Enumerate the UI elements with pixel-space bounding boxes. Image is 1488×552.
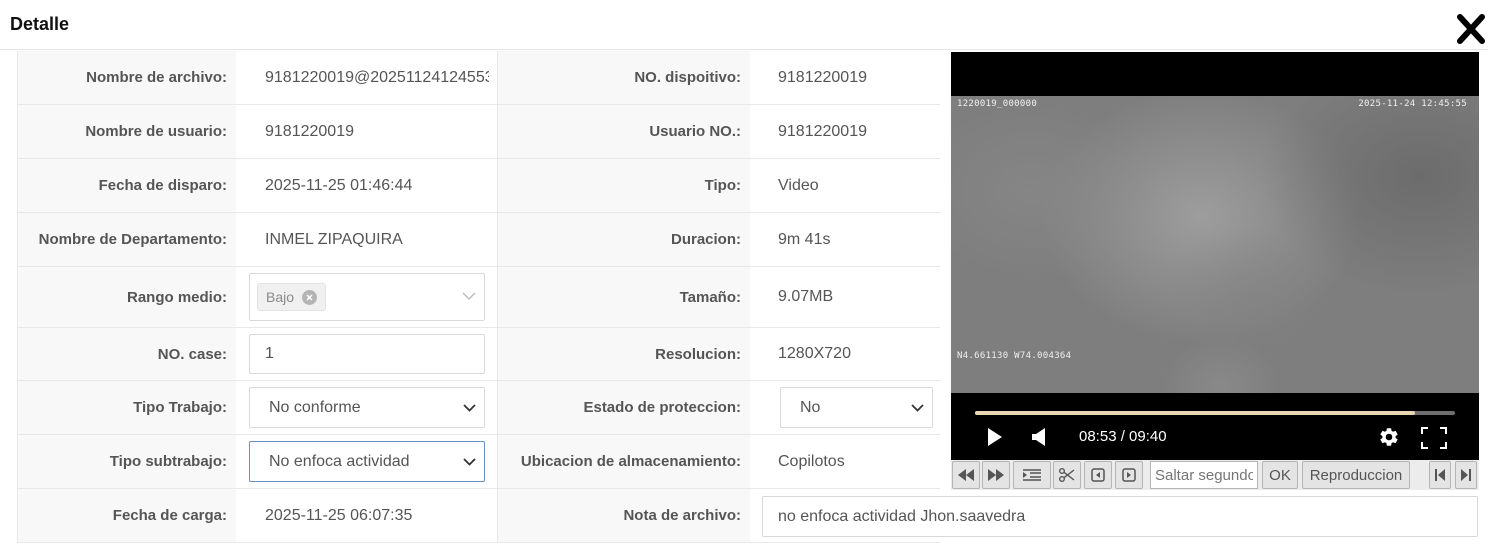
protection-label: Estado de proteccion: [498,381,750,434]
file-note-input[interactable]: no enfoca actividad Jhon.saavedra [762,496,1478,537]
chevron-down-icon [911,399,924,417]
video-frame[interactable]: 1220019_000000 2025-11-24 12:45:55 N4.66… [951,96,1479,393]
video-toolbar: OK Reproduccion [951,460,1479,490]
device-no-label: NO. dispoitivo: [498,51,750,104]
chevron-down-icon [462,288,476,306]
size-value: 9.07MB [778,288,834,305]
osd-device-id: 1220019_000000 [957,99,1038,109]
next-frame-icon[interactable] [1115,461,1143,489]
user-name-label: Nombre de usuario: [18,105,236,158]
case-no-label: NO. case: [18,328,236,380]
media-range-tag-label: Bajo [266,289,295,305]
subwork-type-select[interactable]: No enfoca actividad [249,441,485,482]
upload-date-label: Fecha de carga: [18,489,236,542]
video-progress-fill [975,411,1416,415]
resolution-label: Resolucion: [498,328,750,380]
form-row-trigger-date: Fecha de disparo: 2025-11-25 01:46:44 Ti… [18,159,940,213]
storage-value: Copilotos [778,452,845,470]
osd-gps: N4.661130 W74.004364 [957,351,1072,361]
form-row-media-range: Rango medio: Bajo Tamaño: 9.07MB [18,267,940,328]
form-row-work-type: Tipo Trabajo: No conforme Estado de prot… [18,381,940,435]
trigger-date-label: Fecha de disparo: [18,159,236,212]
duration-value: 9m 41s [778,230,831,248]
resolution-value: 1280X720 [778,345,851,362]
video-player[interactable]: 1220019_000000 2025-11-24 12:45:55 N4.66… [951,52,1479,460]
upload-date-value: 2025-11-25 06:07:35 [265,506,413,524]
department-label: Nombre de Departamento: [18,213,236,266]
detail-form: Nombre de archivo: 9181220019@2025112412… [17,51,940,543]
form-row-subwork-type: Tipo subtrabajo: No enfoca actividad Ubi… [18,435,940,489]
media-range-select[interactable]: Bajo [249,273,485,321]
list-indent-icon[interactable] [1013,461,1051,489]
seek-seconds-input[interactable] [1150,461,1258,489]
video-progress-bar[interactable] [975,411,1455,415]
settings-gear-icon[interactable] [1378,426,1400,453]
duration-label: Duracion: [498,213,750,266]
scissors-icon[interactable] [1053,461,1081,489]
trigger-date-value: 2025-11-25 01:46:44 [265,176,413,194]
fast-forward-icon[interactable] [982,461,1010,489]
file-name-value: 9181220019@20251124124553 [265,68,489,86]
skip-start-icon[interactable] [1429,461,1451,489]
size-label: Tamaño: [498,267,750,327]
form-row-department: Nombre de Departamento: INMEL ZIPAQUIRA … [18,213,940,267]
work-type-label: Tipo Trabajo: [18,381,236,434]
user-no-label: Usuario NO.: [498,105,750,158]
form-row-case-no: NO. case: 1 Resolucion: 1280X720 [18,328,940,381]
prev-frame-icon[interactable] [1084,461,1112,489]
storage-label: Ubicacion de almacenamiento: [498,435,750,488]
fullscreen-icon[interactable] [1421,427,1447,454]
type-value: Video [778,176,819,194]
file-note-label: Nota de archivo: [498,489,750,542]
device-no-value: 9181220019 [778,68,867,86]
type-label: Tipo: [498,159,750,212]
volume-icon[interactable] [1032,428,1048,451]
media-range-label: Rango medio: [18,267,236,327]
work-type-select[interactable]: No conforme [249,387,485,428]
skip-end-icon[interactable] [1455,461,1477,489]
dialog-title: Detalle [10,14,70,34]
subwork-type-selected: No enfoca actividad [269,452,410,470]
playback-button[interactable]: Reproduccion [1302,461,1410,489]
file-note-value: no enfoca actividad Jhon.saavedra [778,507,1026,525]
department-value: INMEL ZIPAQUIRA [265,230,403,248]
user-no-value: 9181220019 [778,122,867,140]
osd-datetime: 2025-11-24 12:45:55 [1358,99,1467,109]
close-icon[interactable] [1455,12,1487,46]
video-time-display: 08:53 / 09:40 [1079,428,1167,445]
work-type-selected: No conforme [269,398,361,416]
play-icon[interactable] [987,428,1003,451]
protection-selected: No [800,398,821,416]
tag-remove-icon[interactable] [302,289,318,305]
file-name-label: Nombre de archivo: [18,51,236,104]
protection-select[interactable]: No [780,387,933,428]
form-row-user-name: Nombre de usuario: 9181220019 Usuario NO… [18,105,940,159]
subwork-type-label: Tipo subtrabajo: [18,435,236,488]
form-row-file-name: Nombre de archivo: 9181220019@2025112412… [18,51,940,105]
chevron-down-icon [463,453,476,471]
dialog-header: Detalle [0,0,1488,50]
rewind-icon[interactable] [952,461,980,489]
case-no-input[interactable]: 1 [249,334,485,374]
chevron-down-icon [463,399,476,417]
media-range-tag: Bajo [257,283,327,311]
ok-button[interactable]: OK [1262,461,1298,489]
user-name-value: 9181220019 [265,122,354,140]
case-no-input-value: 1 [265,345,274,362]
